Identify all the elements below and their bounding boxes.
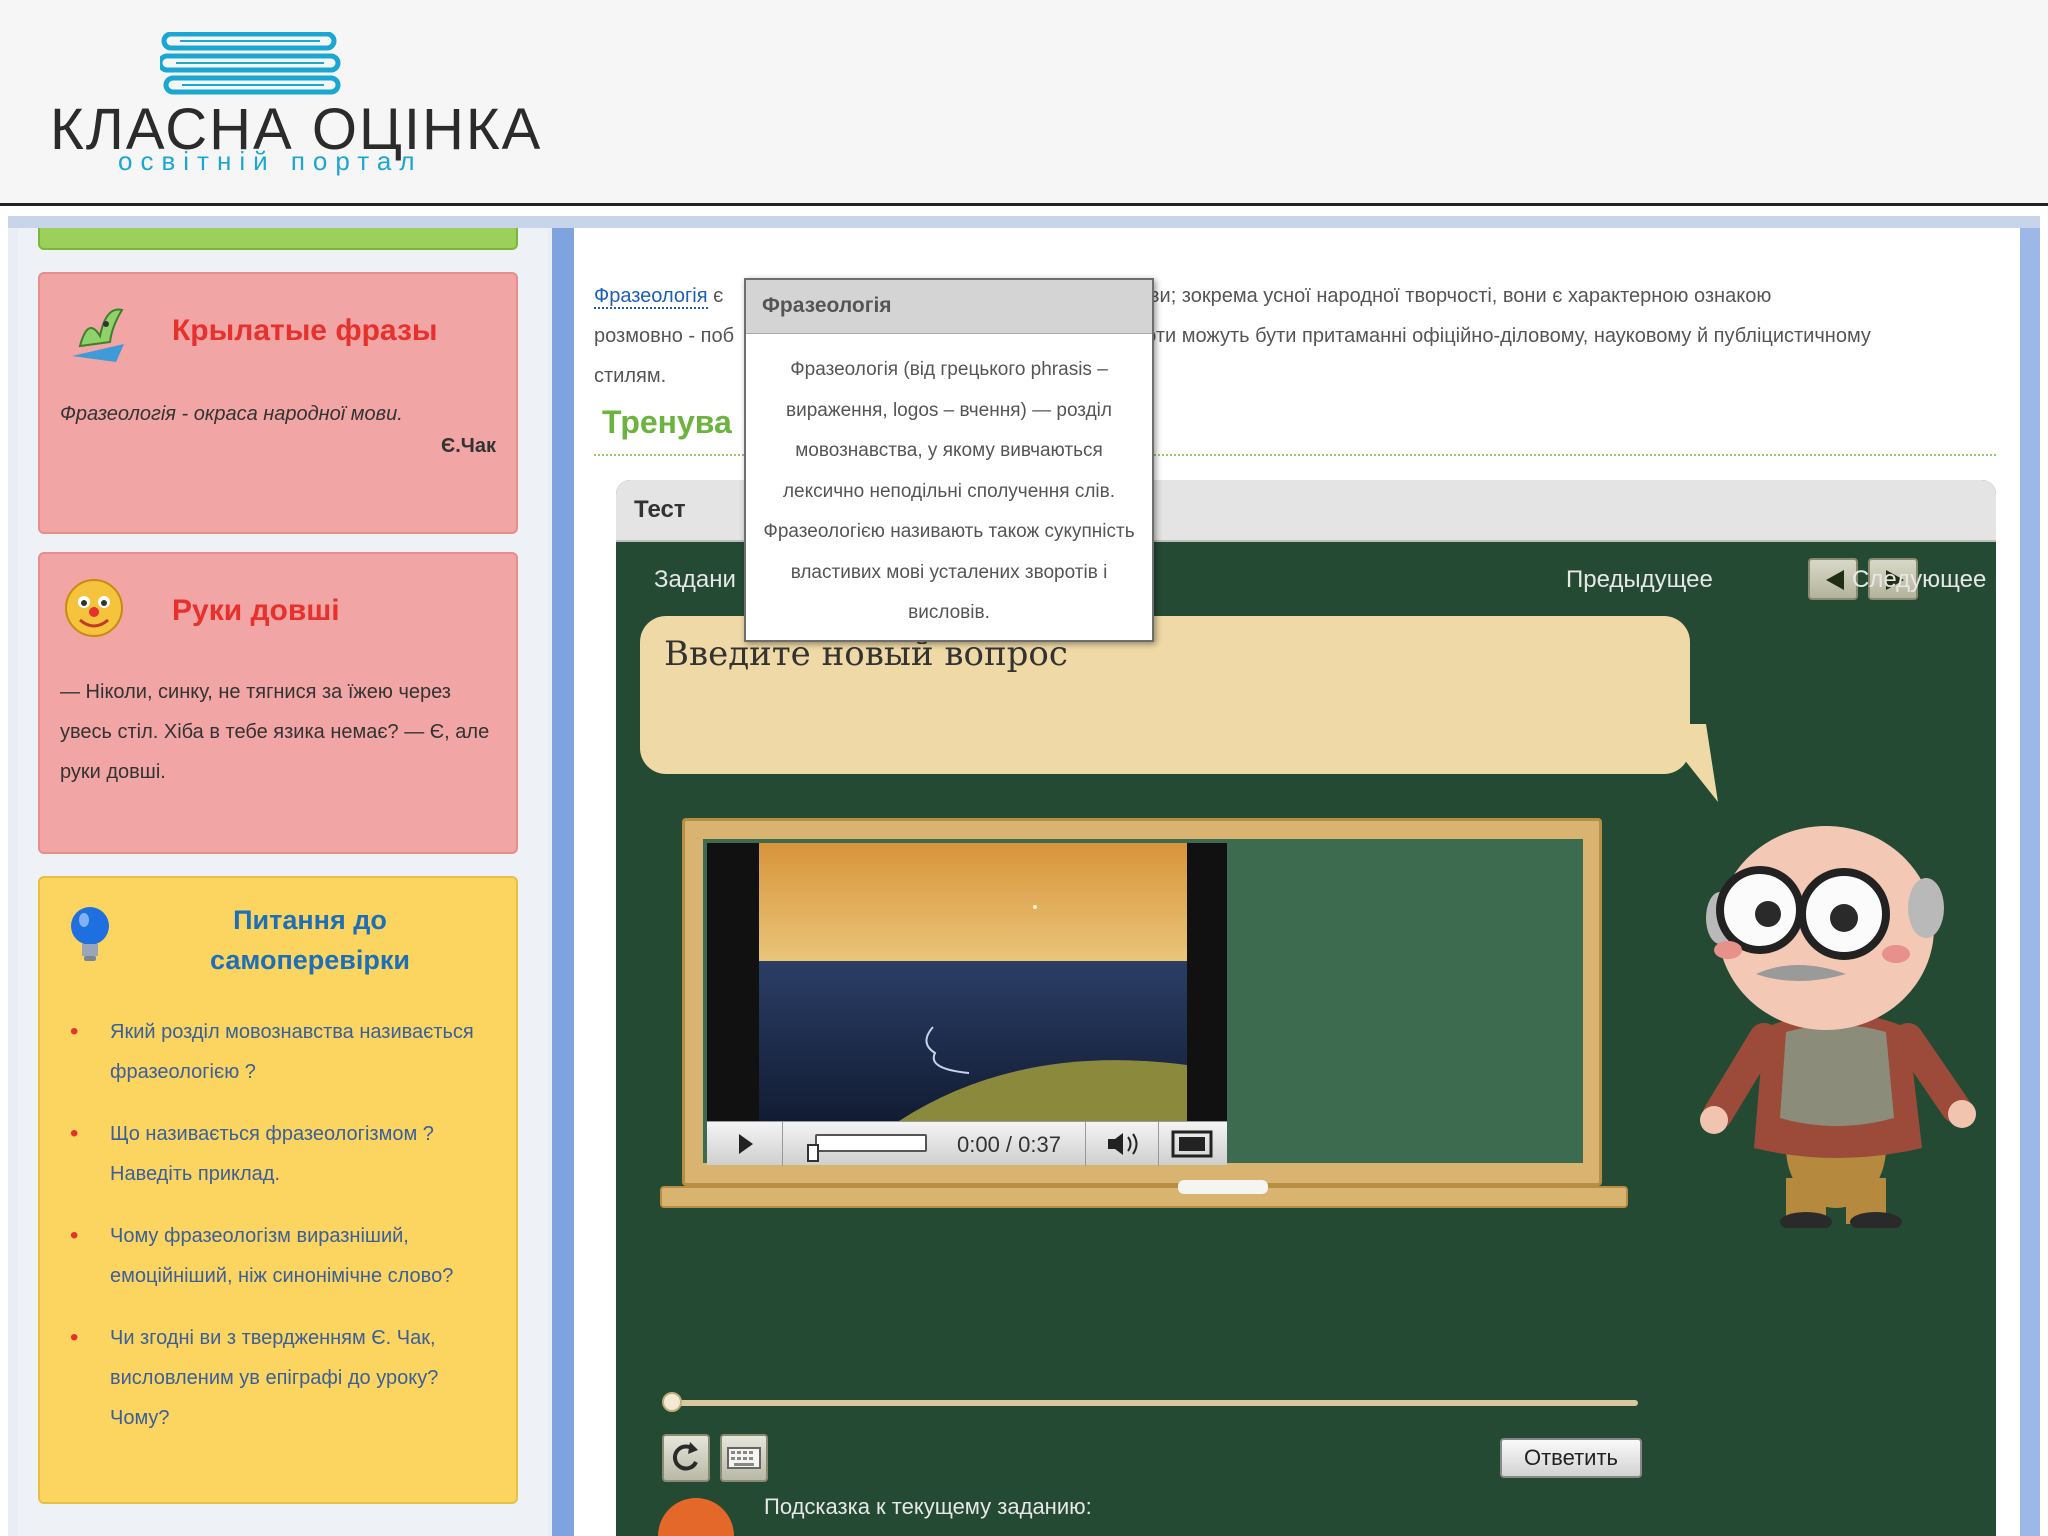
bubble-tail bbox=[1656, 724, 1718, 802]
chalk-piece bbox=[1178, 1180, 1268, 1194]
winged-phrases-card: Крылатые фразы Фразеологія - окраса наро… bbox=[38, 272, 518, 534]
question-item[interactable]: Чи згодні ви з твердженням Є. Чак, висло… bbox=[68, 1318, 488, 1438]
lightbulb-icon bbox=[71, 907, 109, 961]
intro-text-part: є bbox=[707, 285, 729, 307]
intro-text-part: ї мови; зокрема усної народної творчості… bbox=[1112, 285, 1772, 307]
test-header-label: Тест bbox=[634, 496, 686, 523]
question-progress-track[interactable] bbox=[670, 1400, 1638, 1406]
fullscreen-icon bbox=[1171, 1130, 1213, 1158]
tooltip-title: Фразеологія bbox=[762, 294, 892, 317]
answer-button[interactable]: Ответить bbox=[1500, 1438, 1642, 1478]
video-seek-bar[interactable] bbox=[815, 1134, 927, 1152]
play-icon bbox=[739, 1134, 753, 1154]
winged-phrases-author: Є.Чак bbox=[441, 435, 496, 457]
frame-top-line bbox=[8, 216, 2040, 228]
tooltip-header: Фразеологія bbox=[746, 280, 1152, 334]
chalkboard-ledge bbox=[660, 1186, 1628, 1208]
books-logo-icon bbox=[160, 32, 341, 95]
professor-character bbox=[1700, 826, 1976, 1228]
intro-text-part: розмовно - поб bbox=[594, 325, 735, 347]
joke-card: Руки довші — Ніколи, синку, не тягнися з… bbox=[38, 552, 518, 854]
tooltip-body: Фразеологія (від грецького phrasis – вир… bbox=[763, 359, 1135, 623]
logo-subtitle: освітній портал bbox=[118, 146, 423, 176]
task-label: Задани bbox=[654, 566, 736, 593]
questions-card: Питання до самоперевірки Який розділ мов… bbox=[38, 876, 518, 1504]
video-player[interactable]: 0:00 / 0:37 bbox=[707, 843, 1227, 1166]
winged-phrases-title: Крылатые фразы bbox=[172, 314, 438, 347]
video-controls: 0:00 / 0:37 bbox=[707, 1121, 1227, 1166]
video-frame bbox=[759, 843, 1187, 1121]
hint-icon[interactable] bbox=[658, 1498, 734, 1536]
question-item[interactable]: Чому фразеологізм виразніший, емоційніши… bbox=[68, 1216, 488, 1296]
question-item[interactable]: Який розділ мовознавства називається фра… bbox=[68, 1012, 488, 1092]
phraseology-link[interactable]: Фразеологія bbox=[594, 285, 708, 309]
dove-icon bbox=[72, 308, 124, 362]
joke-text: — Ніколи, синку, не тягнися за їжею чере… bbox=[60, 681, 490, 783]
volume-button[interactable] bbox=[1085, 1122, 1159, 1166]
fullscreen-button[interactable] bbox=[1159, 1122, 1227, 1166]
joke-title: Руки довші bbox=[172, 594, 340, 627]
reset-button[interactable] bbox=[662, 1434, 710, 1482]
winged-phrases-quote: Фразеологія - окраса народної мови. bbox=[60, 403, 403, 425]
right-border bbox=[2020, 228, 2040, 1536]
volume-icon bbox=[1108, 1133, 1138, 1155]
reset-arrow-icon bbox=[672, 1442, 698, 1471]
site-header: КЛАСНА ОЦІНКА освітній портал bbox=[0, 0, 2048, 206]
questions-list: Який розділ мовознавства називається фра… bbox=[68, 1012, 488, 1460]
video-time: 0:00 / 0:37 bbox=[957, 1132, 1061, 1157]
keyboard-button[interactable] bbox=[720, 1434, 768, 1482]
sidebar-green-strip bbox=[38, 228, 518, 250]
chalkboard: 0:00 / 0:37 bbox=[682, 818, 1602, 1186]
phraseology-tooltip: Фразеологія Фразеологія (від грецького p… bbox=[744, 278, 1154, 642]
intro-text-part: роти можуть бути притаманні офіційно-діл… bbox=[1134, 325, 1871, 347]
play-button[interactable] bbox=[707, 1122, 783, 1166]
previous-label[interactable]: Предыдущее bbox=[1566, 566, 1713, 594]
video-seek-handle[interactable] bbox=[807, 1144, 819, 1162]
question-progress-knob[interactable] bbox=[662, 1392, 682, 1412]
hint-label: Подсказка к текущему заданию: bbox=[764, 1494, 1092, 1519]
intro-text-part: стилям. bbox=[594, 365, 667, 387]
next-label[interactable]: Следующее bbox=[1852, 566, 1986, 594]
arrow-left-icon bbox=[1826, 570, 1844, 590]
clown-face-icon bbox=[65, 579, 123, 637]
keyboard-icon bbox=[727, 1447, 761, 1469]
section-title: Тренува bbox=[602, 404, 732, 440]
question-item[interactable]: Що називається фразеологізмом ? Наведіть… bbox=[68, 1114, 488, 1194]
column-divider bbox=[552, 228, 574, 1536]
previous-button[interactable] bbox=[1808, 558, 1858, 600]
questions-title: Питання до самоперевірки bbox=[209, 905, 410, 975]
